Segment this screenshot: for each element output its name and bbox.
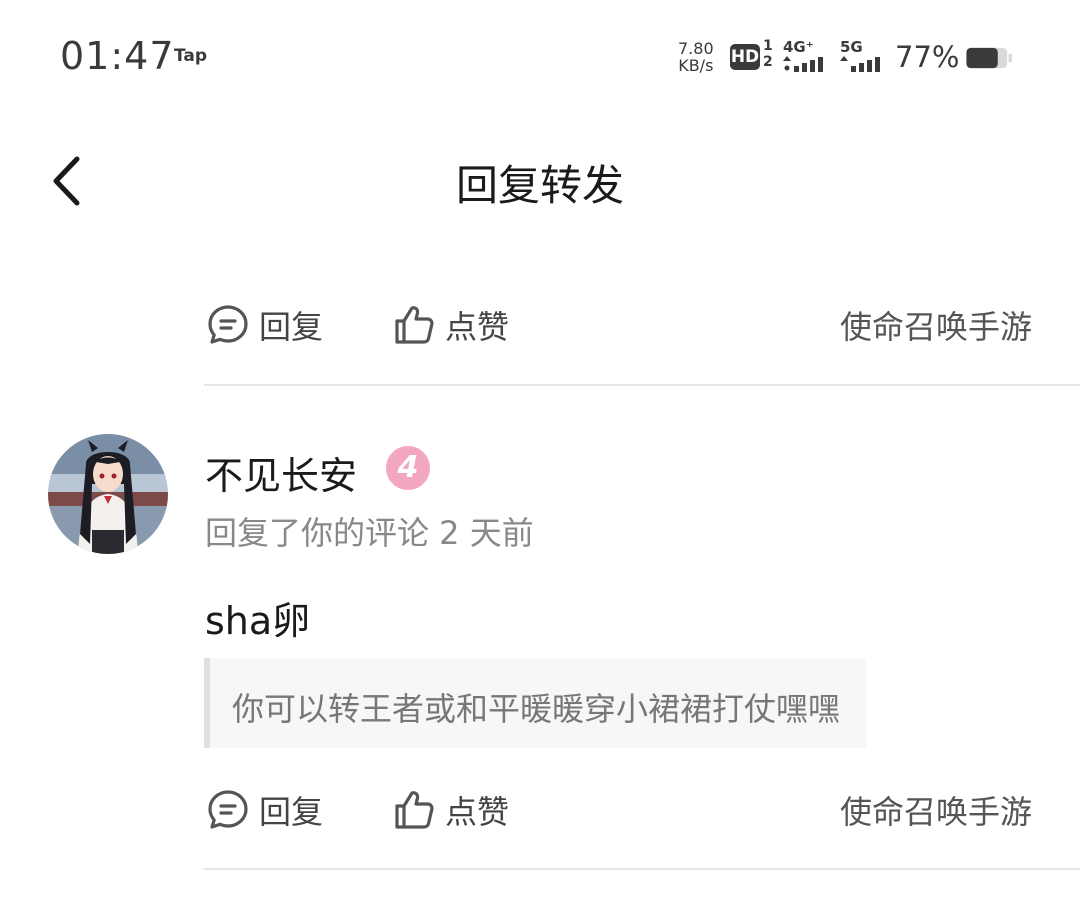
- hd-sim-1: 1: [763, 38, 773, 54]
- signal-5g-icon: 5G: [840, 38, 886, 76]
- battery-percent: 77%: [895, 40, 960, 74]
- game-tag[interactable]: 使命召唤手游: [840, 302, 1032, 348]
- page-title: 回复转发: [455, 161, 624, 210]
- signal-5g-bars-icon: [840, 56, 880, 72]
- divider: [204, 868, 1080, 870]
- hd-sim-indicator: 1 2: [763, 38, 773, 70]
- thumbs-up-icon: [395, 306, 434, 344]
- username[interactable]: 不见长安: [205, 445, 357, 500]
- network-speed-unit: KB/s: [678, 56, 714, 75]
- reply-action-label: 回复: [259, 308, 324, 346]
- signal-4g-label: 4G⁺: [783, 38, 814, 56]
- comment-reply-button[interactable]: 回复: [207, 787, 323, 833]
- like-action-button[interactable]: 点赞: [393, 302, 509, 348]
- quoted-comment-text: 你可以转王者或和平暖暖穿小裙裙打仗嘿嘿: [232, 690, 841, 728]
- reply-content: sha卵: [205, 599, 311, 643]
- level-badge: 4: [386, 446, 430, 490]
- comment-like-button[interactable]: 点赞: [393, 787, 509, 833]
- comment-icon: [208, 790, 248, 829]
- comment-game-tag[interactable]: 使命召唤手游: [840, 787, 1032, 833]
- quoted-comment[interactable]: 你可以转王者或和平暖暖穿小裙裙打仗嘿嘿: [204, 658, 866, 748]
- status-time: 01:47: [60, 34, 175, 78]
- back-button[interactable]: [44, 152, 92, 210]
- status-app-tag: Tap: [174, 46, 208, 66]
- hd-sim-2: 2: [763, 54, 773, 70]
- network-speed: 7.80 KB/s: [678, 40, 714, 74]
- comment-like-label: 点赞: [445, 793, 510, 831]
- network-speed-value: 7.80: [678, 39, 714, 58]
- comment-reply-label: 回复: [259, 793, 324, 831]
- comment-icon: [208, 305, 248, 344]
- battery-icon: [966, 47, 1012, 69]
- like-action-label: 点赞: [445, 308, 510, 346]
- signal-4g-icon: 4G⁺: [783, 38, 829, 76]
- thumbs-up-icon: [395, 791, 434, 829]
- signal-5g-label: 5G: [840, 38, 863, 56]
- avatar[interactable]: [48, 434, 168, 554]
- signal-4g-bars-icon: [783, 56, 823, 72]
- hd-voice-icon: HD: [730, 44, 760, 70]
- comment-meta: 回复了你的评论 2 天前: [205, 514, 534, 552]
- anime-avatar-image: [48, 434, 168, 554]
- divider: [204, 384, 1080, 386]
- chevron-left-icon: [53, 156, 80, 206]
- reply-action-button[interactable]: 回复: [207, 302, 323, 348]
